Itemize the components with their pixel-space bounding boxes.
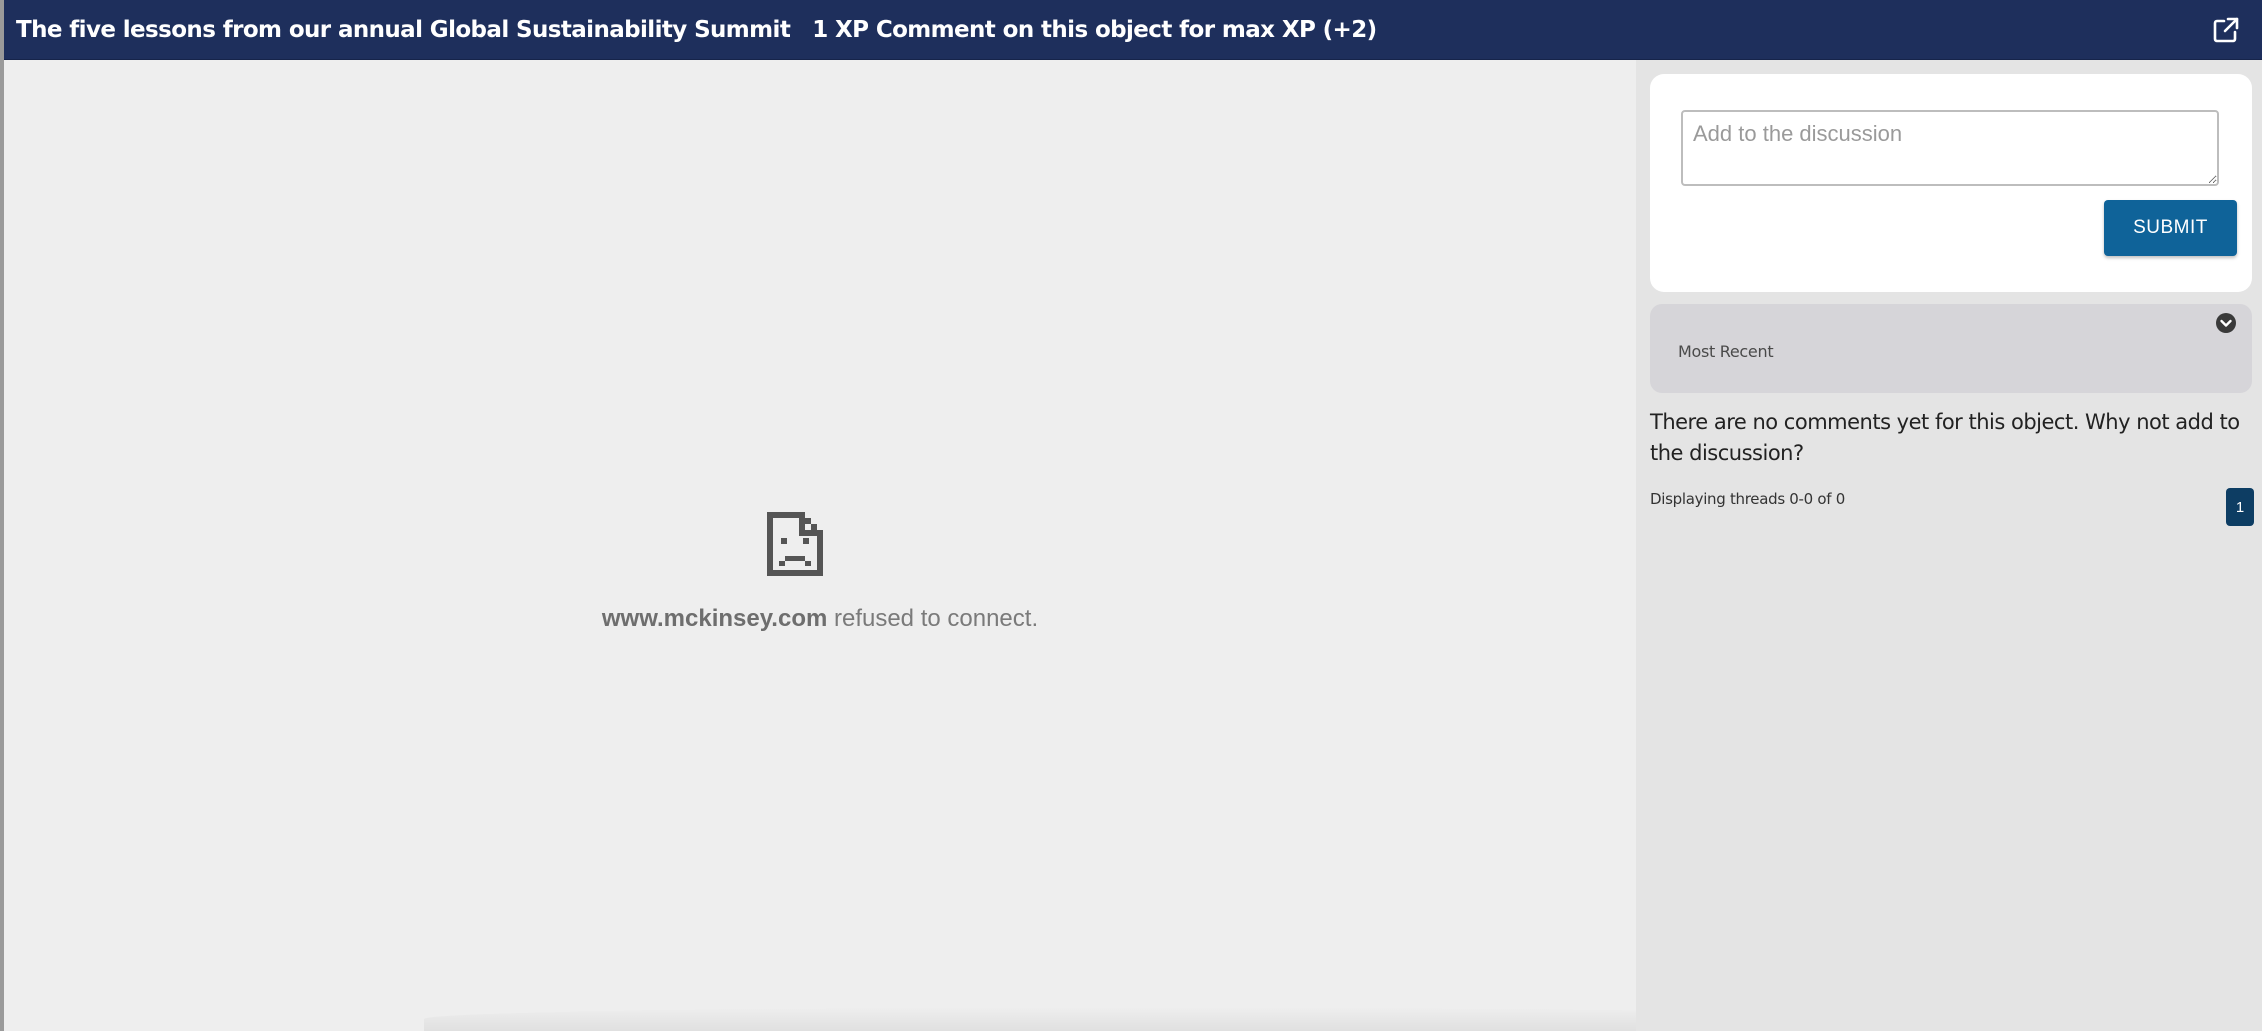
header-bar: The five lessons from our annual Global … — [4, 0, 2262, 60]
comment-form-card: SUBMIT — [1650, 74, 2252, 292]
bottom-shadow — [424, 1007, 1844, 1031]
page-title: The five lessons from our annual Global … — [16, 16, 791, 43]
threads-count: Displaying threads 0-0 of 0 — [1650, 490, 1845, 508]
sort-label: Most Recent — [1678, 342, 1774, 361]
sort-dropdown[interactable]: Most Recent — [1650, 304, 2252, 393]
chevron-down-circle-icon[interactable] — [2216, 313, 2236, 333]
external-link-icon[interactable] — [2212, 16, 2240, 44]
error-text: refused to connect. — [827, 605, 1039, 632]
empty-comments-message: There are no comments yet for this objec… — [1650, 410, 2240, 465]
error-domain: www.mckinsey.com — [601, 605, 828, 632]
embedded-content-frame: www.mckinsey.com refused to connect. — [4, 60, 1844, 1031]
comment-input[interactable] — [1681, 110, 2219, 186]
pagination-page-button[interactable]: 1 — [2226, 488, 2254, 526]
discussion-panel: SUBMIT Most Recent There are no comments… — [1636, 60, 2262, 1031]
app-frame: The five lessons from our annual Global … — [0, 0, 2262, 1031]
xp-info: 1 XP Comment on this object for max XP (… — [812, 16, 1377, 43]
sad-document-icon — [763, 508, 827, 580]
connection-error-message: www.mckinsey.com refused to connect. — [4, 605, 1636, 633]
submit-button[interactable]: SUBMIT — [2104, 200, 2237, 256]
